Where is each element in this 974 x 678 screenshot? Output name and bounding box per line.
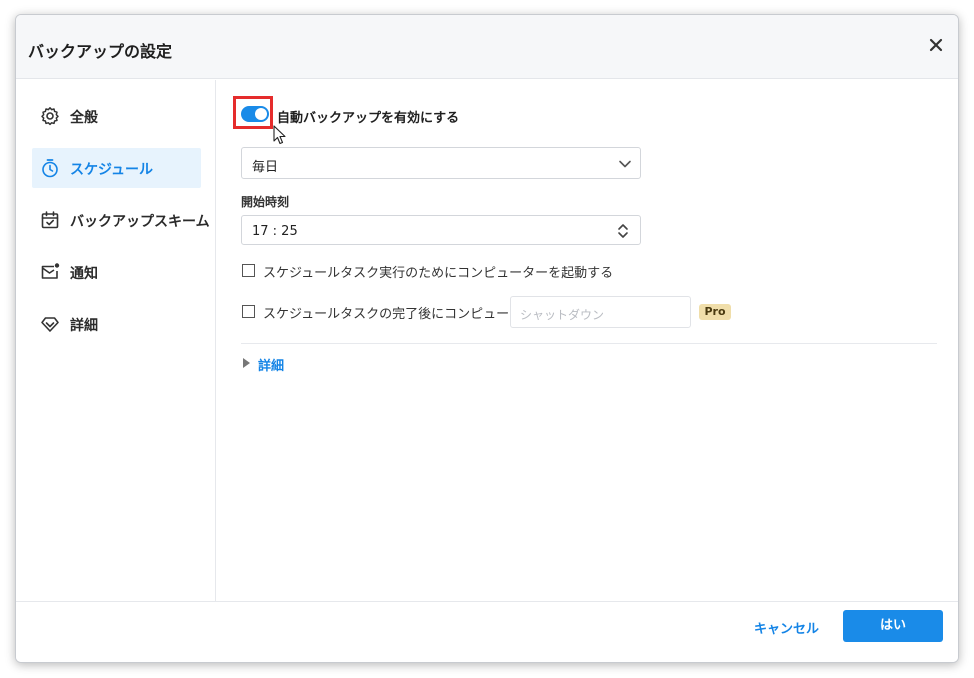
schedule-panel: 自動バックアップを有効にする 毎日 開始時刻 17 : 25 スケジュールタスク…: [217, 80, 958, 601]
close-icon[interactable]: [926, 35, 946, 55]
chevron-down-icon: [619, 160, 631, 168]
after-task-label: スケジュールタスクの完了後にコンピューターを: [263, 307, 549, 322]
mail-notification-icon: [41, 263, 60, 279]
wake-computer-checkbox[interactable]: [242, 264, 255, 277]
diamond-icon: [41, 317, 59, 332]
after-task-checkbox[interactable]: [242, 305, 255, 318]
dialog-title: バックアップの設定: [28, 42, 173, 61]
sidebar-item-label: 通知: [70, 266, 98, 282]
sidebar-item-label: スケジュール: [70, 162, 154, 178]
ok-button[interactable]: はい: [843, 610, 943, 642]
auto-backup-toggle[interactable]: [241, 106, 269, 122]
sidebar-item-label: バックアップスキーム: [70, 214, 210, 230]
settings-sidebar: 全般 スケジュール バックアップスキーム 通知 詳細: [16, 80, 216, 601]
sidebar-item-schedule[interactable]: スケジュール: [32, 148, 201, 188]
sidebar-item-notification[interactable]: 通知: [32, 252, 201, 292]
after-action-placeholder: シャットダウン: [520, 308, 605, 322]
frequency-select[interactable]: 毎日: [241, 147, 641, 179]
timer-icon: [42, 159, 58, 178]
sidebar-item-label: 詳細: [70, 318, 98, 334]
auto-backup-label: 自動バックアップを有効にする: [277, 111, 460, 126]
mouse-cursor-icon: [273, 125, 286, 145]
dialog-footer: キャンセル はい: [16, 601, 958, 662]
toggle-knob: [255, 108, 267, 120]
time-spinner-icon[interactable]: [616, 221, 630, 241]
backup-settings-dialog: バックアップの設定 全般 スケジュール バックアップスキーム 通知 詳細 自動バ…: [15, 14, 959, 663]
sidebar-item-backup-scheme[interactable]: バックアップスキーム: [32, 200, 210, 240]
frequency-value: 毎日: [252, 160, 279, 175]
calendar-check-icon: [41, 211, 59, 229]
sidebar-item-label: 全般: [70, 110, 98, 126]
after-action-select[interactable]: シャットダウン: [510, 296, 691, 328]
sidebar-item-details[interactable]: 詳細: [32, 304, 201, 344]
caret-right-icon: [243, 358, 250, 368]
start-time-value: 17 : 25: [252, 224, 298, 239]
gear-icon: [41, 107, 59, 126]
section-divider: [241, 343, 937, 344]
dialog-titlebar: バックアップの設定: [16, 15, 958, 79]
start-time-input[interactable]: 17 : 25: [241, 215, 641, 245]
wake-computer-label: スケジュールタスク実行のためにコンピューターを起動する: [263, 266, 614, 281]
start-time-label: 開始時刻: [241, 195, 290, 209]
cancel-button[interactable]: キャンセル: [754, 618, 819, 638]
details-label: 詳細: [258, 359, 285, 374]
pro-badge: Pro: [699, 304, 731, 320]
sidebar-item-general[interactable]: 全般: [32, 96, 201, 136]
